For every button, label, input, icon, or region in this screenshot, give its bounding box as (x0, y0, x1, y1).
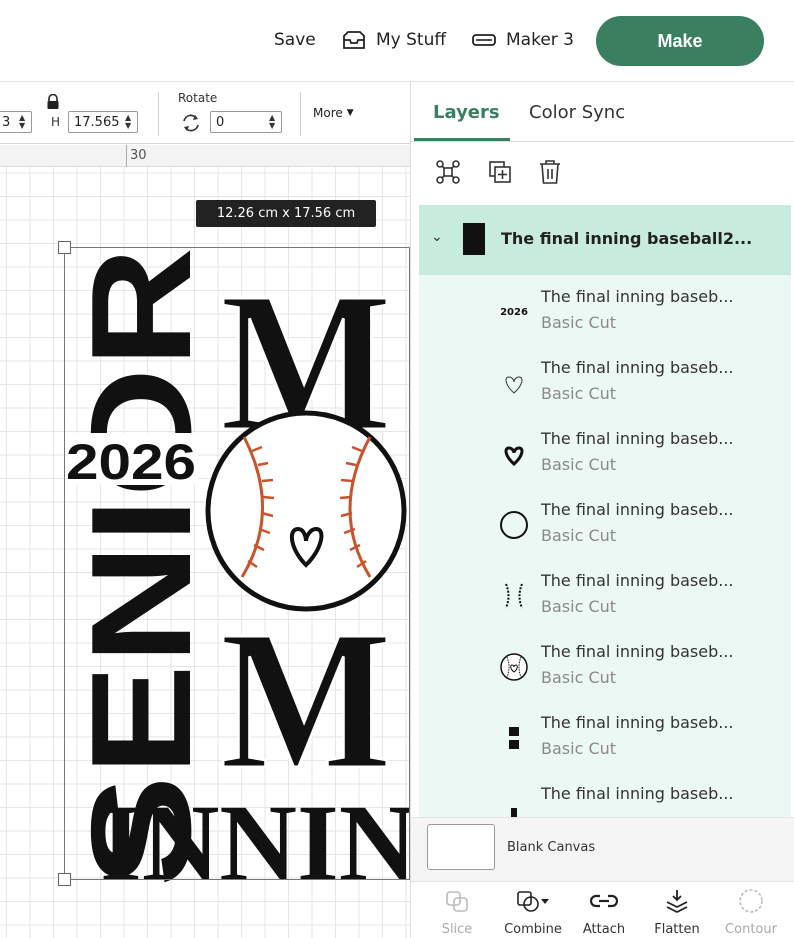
resize-handle-bottom-left[interactable] (58, 873, 71, 886)
width-stepper-icon[interactable]: ▲ ▼ (19, 114, 29, 130)
layer-actions (411, 142, 794, 202)
dimension-tooltip: 12.26 cm x 17.56 cm (196, 200, 376, 227)
attach-button[interactable]: Attach (566, 882, 642, 938)
resize-handle-top-left[interactable] (58, 241, 71, 254)
layer-row[interactable]: The final inning baseb... Basic Cut (419, 703, 791, 774)
flatten-button[interactable]: Flatten (639, 882, 715, 938)
layer-row[interactable]: The final inning baseb... Basic Cut (419, 561, 791, 632)
machine-button[interactable]: Maker 3 (472, 30, 574, 50)
my-stuff-button[interactable]: My Stuff (342, 30, 446, 50)
2026-text-icon: 2026 (497, 295, 531, 329)
width-value: 3 (2, 114, 11, 130)
circle-icon (497, 508, 531, 542)
layer-name: The final inning baseb... (541, 358, 734, 377)
attach-label: Attach (582, 922, 626, 937)
make-button[interactable]: Make (596, 16, 764, 66)
toolbar-divider (158, 92, 159, 136)
height-label: H (51, 115, 61, 129)
group-thumbnail (463, 223, 485, 255)
edit-toolbar: 3 ▲ ▼ H 17.565 ▲ ▼ Rotate 0 ▲ ▼ More ▼ (0, 82, 410, 144)
stitches-icon (497, 579, 531, 613)
toolbar-divider (300, 92, 301, 136)
rotate-label: Rotate (178, 91, 218, 105)
layer-name: The final inning baseb... (541, 287, 734, 306)
layer-row[interactable]: 2026 The final inning baseb... Basic Cut (419, 277, 791, 348)
rotate-stepper-icon[interactable]: ▲ ▼ (269, 114, 279, 130)
group-icon[interactable] (433, 157, 463, 187)
active-tab-indicator (414, 138, 510, 141)
machine-label: Maker 3 (506, 30, 574, 50)
layer-name: The final inning baseb... (541, 642, 734, 661)
layer-name: The final inning baseb... (541, 571, 734, 590)
flatten-icon (664, 888, 690, 914)
trash-icon[interactable] (535, 157, 565, 187)
save-button[interactable]: Save (274, 30, 316, 50)
heart-outline-icon (497, 366, 531, 400)
layer-type: Basic Cut (541, 597, 617, 616)
blank-canvas-label: Blank Canvas (507, 840, 596, 855)
flatten-label: Flatten (654, 922, 700, 937)
inbox-icon (342, 30, 366, 50)
attach-icon (590, 888, 618, 914)
rotate-input[interactable]: 0 ▲ ▼ (210, 111, 282, 133)
save-label: Save (274, 30, 316, 50)
layer-type: Basic Cut (541, 668, 617, 687)
contour-label: Contour (725, 922, 777, 937)
layer-name: The final inning baseb... (541, 429, 734, 448)
tab-layers[interactable]: Layers (433, 102, 500, 123)
more-menu-button[interactable]: More ▼ (313, 106, 354, 120)
lock-icon[interactable] (46, 93, 60, 114)
layer-type: Basic Cut (541, 526, 617, 545)
layer-row[interactable]: The final inning baseb... Basic Cut (419, 419, 791, 490)
my-stuff-label: My Stuff (376, 30, 447, 50)
layer-name: The final inning baseb... (541, 500, 734, 519)
width-input[interactable]: 3 ▲ ▼ (0, 111, 32, 133)
group-name: The final inning baseball2... (501, 229, 753, 248)
rotate-value: 0 (216, 114, 225, 130)
heart-filled-icon (497, 437, 531, 471)
combine-button[interactable]: Combine (495, 882, 571, 938)
tab-color-sync[interactable]: Color Sync (529, 102, 625, 123)
blank-canvas-row[interactable]: Blank Canvas (411, 817, 794, 881)
layer-thumb-text: 2026 (500, 306, 528, 318)
senior-text-icon (497, 792, 531, 817)
chevron-down-icon[interactable]: ⌄ (431, 229, 443, 245)
layer-type: Basic Cut (541, 384, 617, 403)
contour-icon (738, 888, 764, 914)
combine-icon (515, 888, 551, 914)
duplicate-icon[interactable] (485, 157, 515, 187)
layer-type: Basic Cut (541, 455, 617, 474)
machine-icon (472, 32, 496, 48)
selection-box[interactable] (64, 247, 410, 880)
combine-label: Combine (504, 922, 562, 937)
contour-button[interactable]: Contour (713, 882, 789, 938)
panel-tabs: Layers Color Sync (411, 82, 794, 142)
slice-label: Slice (441, 922, 473, 937)
layer-name: The final inning baseb... (541, 784, 734, 803)
slice-icon (444, 888, 470, 914)
layer-row[interactable]: The final inning baseb... Basic Cut (419, 632, 791, 703)
height-input[interactable]: 17.565 ▲ ▼ (68, 111, 138, 133)
layer-type: Basic Cut (541, 313, 617, 332)
layer-row[interactable]: The final inning baseb... (419, 774, 791, 817)
baseball-icon (497, 650, 531, 684)
caret-down-icon: ▼ (346, 108, 354, 118)
layer-row[interactable]: The final inning baseb... Basic Cut (419, 348, 791, 419)
height-value: 17.565 (74, 114, 120, 130)
slice-button[interactable]: Slice (419, 882, 495, 938)
layers-panel: Layers Color Sync ⌄ The final inning bas… (410, 82, 794, 938)
rotate-icon[interactable] (180, 112, 202, 138)
more-label: More (313, 106, 343, 120)
layers-list[interactable]: ⌄ The final inning baseball2... 2026 The… (419, 205, 791, 817)
layer-name: The final inning baseb... (541, 713, 734, 732)
layer-type: Basic Cut (541, 739, 617, 758)
height-stepper-icon[interactable]: ▲ ▼ (125, 114, 135, 130)
layer-group-row[interactable]: ⌄ The final inning baseball2... (419, 205, 791, 275)
m-letters-icon (497, 721, 531, 755)
blank-canvas-thumbnail[interactable] (427, 824, 495, 870)
top-bar: Save My Stuff Maker 3 Make (0, 0, 794, 82)
layer-row[interactable]: The final inning baseb... Basic Cut (419, 490, 791, 561)
layer-operations-bar: Slice Combine Attach Flatten Contour (411, 881, 794, 938)
